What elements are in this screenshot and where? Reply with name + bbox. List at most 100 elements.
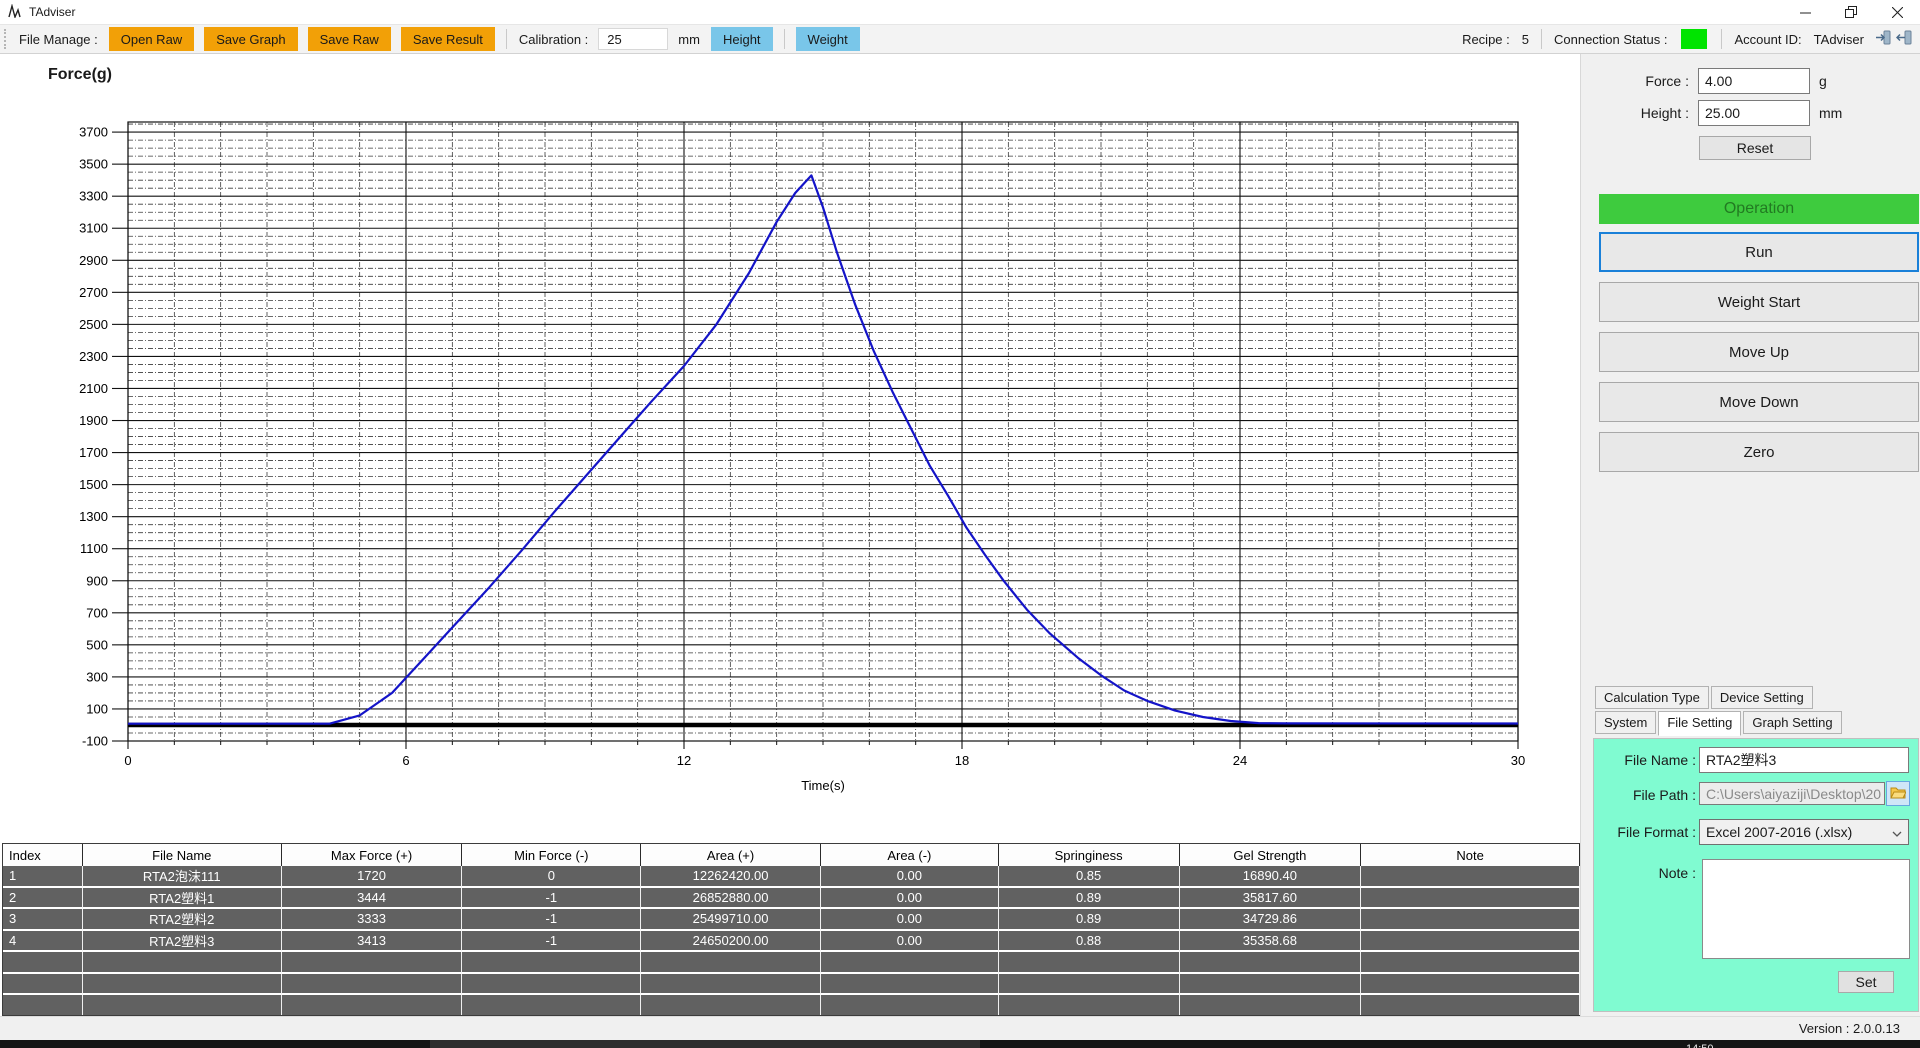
table-cell: 34729.86	[1180, 909, 1362, 931]
save-result-button[interactable]: Save Result	[401, 27, 495, 51]
table-cell	[1361, 909, 1580, 931]
table-cell: 12262420.00	[641, 866, 821, 888]
folder-icon	[1890, 786, 1906, 802]
table-header-cell[interactable]: Area (-)	[821, 844, 999, 866]
force-input[interactable]: 4.00	[1698, 68, 1810, 94]
table-cell: 0.88	[999, 931, 1180, 953]
separator	[506, 29, 507, 49]
table-cell: 3333	[282, 909, 463, 931]
svg-text:900: 900	[86, 573, 108, 588]
operation-header: Operation	[1599, 194, 1919, 224]
table-header-cell[interactable]: Note	[1361, 844, 1580, 866]
note-textarea[interactable]	[1702, 859, 1910, 959]
height-input[interactable]: 25.00	[1698, 100, 1810, 126]
chevron-down-icon	[1892, 824, 1902, 840]
svg-text:2700: 2700	[79, 285, 108, 300]
save-graph-button[interactable]: Save Graph	[204, 27, 297, 51]
table-cell	[462, 995, 641, 1016]
file-setting-panel: File Name : RTA2塑料3 File Path : C:\Users…	[1593, 738, 1919, 1012]
table-header-cell[interactable]: Min Force (-)	[462, 844, 641, 866]
svg-text:1900: 1900	[79, 413, 108, 428]
file-path-label: File Path :	[1596, 787, 1696, 803]
table-cell: 0.00	[821, 931, 999, 953]
logout-icon[interactable]	[1896, 30, 1912, 48]
svg-text:24: 24	[1233, 753, 1247, 768]
table-cell	[641, 995, 821, 1016]
table-cell	[1361, 866, 1580, 888]
run-button[interactable]: Run	[1599, 232, 1919, 272]
weight-start-button[interactable]: Weight Start	[1599, 282, 1919, 322]
table-row[interactable]	[3, 995, 1580, 1016]
taskbar-clock: 14:50	[1686, 1043, 1714, 1048]
file-name-input[interactable]: RTA2塑料3	[1699, 747, 1909, 773]
save-raw-button[interactable]: Save Raw	[308, 27, 391, 51]
set-button[interactable]: Set	[1838, 971, 1894, 993]
height-unit: mm	[1819, 105, 1859, 121]
svg-text:-100: -100	[82, 734, 108, 749]
table-cell: 25499710.00	[641, 909, 821, 931]
table-row[interactable]: 4RTA2塑料33413-124650200.000.000.8835358.6…	[3, 931, 1580, 953]
table-cell: 3444	[282, 888, 463, 910]
svg-text:700: 700	[86, 605, 108, 620]
close-button[interactable]	[1874, 0, 1920, 24]
table-cell	[821, 974, 999, 996]
table-header-cell[interactable]: Springiness	[999, 844, 1180, 866]
table-cell: -1	[462, 931, 641, 953]
table-cell	[3, 995, 83, 1016]
reset-button[interactable]: Reset	[1699, 136, 1811, 160]
tab-device-setting[interactable]: Device Setting	[1711, 686, 1813, 709]
tab-calculation-type[interactable]: Calculation Type	[1595, 686, 1709, 709]
table-cell	[83, 974, 282, 996]
weight-button[interactable]: Weight	[796, 27, 860, 51]
version-text: Version : 2.0.0.13	[1799, 1021, 1900, 1036]
height-button[interactable]: Height	[711, 27, 773, 51]
open-raw-button[interactable]: Open Raw	[109, 27, 194, 51]
tab-system[interactable]: System	[1595, 711, 1656, 734]
browse-button[interactable]	[1886, 781, 1910, 806]
svg-text:500: 500	[86, 637, 108, 652]
svg-text:2900: 2900	[79, 253, 108, 268]
table-cell	[1361, 974, 1580, 996]
restore-button[interactable]	[1828, 0, 1874, 24]
table-header-cell[interactable]: File Name	[83, 844, 282, 866]
svg-text:1500: 1500	[79, 477, 108, 492]
force-label: Force :	[1589, 73, 1689, 89]
table-cell: 0.00	[821, 888, 999, 910]
table-row[interactable]: 1RTA2泡沫1111720012262420.000.000.8516890.…	[3, 866, 1580, 888]
app-icon	[8, 4, 23, 21]
table-row[interactable]: 2RTA2塑料13444-126852880.000.000.8935817.6…	[3, 888, 1580, 910]
table-header-cell[interactable]: Max Force (+)	[282, 844, 463, 866]
table-cell	[1361, 995, 1580, 1016]
move-down-button[interactable]: Move Down	[1599, 382, 1919, 422]
table-header-cell[interactable]: Index	[3, 844, 83, 866]
tab-file-setting[interactable]: File Setting	[1658, 711, 1741, 736]
table-cell	[999, 952, 1180, 974]
table-header-cell[interactable]: Gel Strength	[1180, 844, 1362, 866]
table-row[interactable]: 3RTA2塑料23333-125499710.000.000.8934729.8…	[3, 909, 1580, 931]
account-id-label: Account ID:	[1734, 32, 1801, 47]
move-up-button[interactable]: Move Up	[1599, 332, 1919, 372]
recipe-label: Recipe :	[1462, 32, 1510, 47]
note-label: Note :	[1596, 865, 1696, 881]
file-path-input: C:\Users\aiyaziji\Desktop\20	[1699, 782, 1885, 805]
table-cell: 1	[3, 866, 83, 888]
table-header-row: IndexFile NameMax Force (+)Min Force (-)…	[3, 844, 1580, 866]
chart-region: Force(g) -100100300500700900110013001500…	[0, 54, 1580, 843]
file-name-label: File Name :	[1596, 752, 1696, 768]
connection-status-label: Connection Status :	[1554, 32, 1667, 47]
table-row[interactable]	[3, 952, 1580, 974]
zero-button[interactable]: Zero	[1599, 432, 1919, 472]
table-cell	[1180, 952, 1362, 974]
login-icon[interactable]	[1875, 30, 1891, 48]
calibration-input[interactable]: 25	[598, 28, 668, 50]
minimize-button[interactable]	[1782, 0, 1828, 24]
tab-graph-setting[interactable]: Graph Setting	[1743, 711, 1841, 734]
table-row[interactable]	[3, 974, 1580, 996]
svg-text:2500: 2500	[79, 317, 108, 332]
file-format-value: Excel 2007-2016 (.xlsx)	[1706, 824, 1852, 840]
table-cell: 1720	[282, 866, 463, 888]
taskbar-app-segment	[430, 1040, 980, 1048]
table-cell: 3413	[282, 931, 463, 953]
table-header-cell[interactable]: Area (+)	[641, 844, 821, 866]
file-format-dropdown[interactable]: Excel 2007-2016 (.xlsx)	[1699, 819, 1909, 845]
